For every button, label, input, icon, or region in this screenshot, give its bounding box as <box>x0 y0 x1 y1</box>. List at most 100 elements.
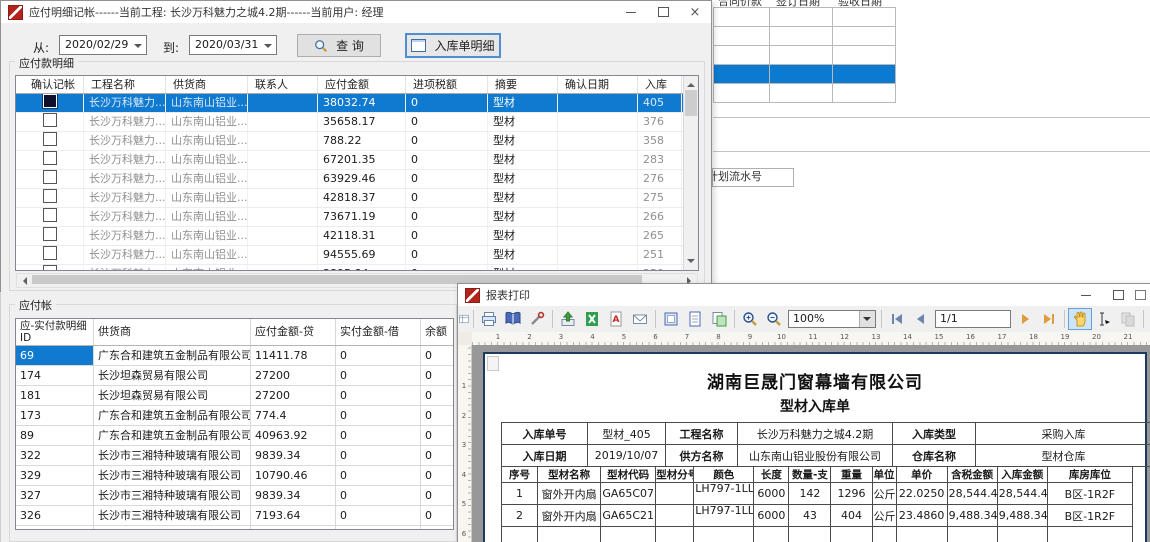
column-header[interactable]: 确认记帐 <box>16 76 84 93</box>
payable-account-row[interactable]: 322长沙市三湘特种玻璃有限公司9839.3400 <box>16 446 454 466</box>
column-header[interactable]: 实付金额-借 <box>336 319 421 345</box>
payable-detail-row[interactable]: 长沙万科魅力...山东南山铝业...94555.690型材251 <box>16 246 684 265</box>
titlebar[interactable]: 报表打印 <box>458 284 1150 306</box>
zoom-out-icon[interactable] <box>762 308 786 330</box>
table-header-row[interactable]: 确认记帐工程名称供货商联系人应付金额进项税额摘要确认日期入库 <box>16 76 684 94</box>
excel-icon[interactable] <box>580 308 604 330</box>
column-header[interactable]: 供货商 <box>94 319 251 345</box>
report-info-row: 入库单号型材_405工程名称长沙万科魅力之城4.2期入库类型采购入库 <box>502 423 1150 445</box>
payable-detail-row[interactable]: 长沙万科魅力...山东南山铝业...35658.170型材376 <box>16 113 684 132</box>
payable-account-row[interactable]: 173广东合和建筑五金制品有限公司774.400 <box>16 406 454 426</box>
column-header[interactable]: 进项税额 <box>406 76 488 93</box>
chevron-down-icon[interactable] <box>859 311 875 327</box>
preview-area[interactable]: 123456 湖南巨晟门窗幕墙有限公司 型材入库单 入库单号型材_405工程名称… <box>458 345 1150 542</box>
payable-detail-row[interactable]: 长沙万科魅力...山东南山铝业...67201.350型材283 <box>16 151 684 170</box>
confirm-checkbox[interactable] <box>43 113 57 127</box>
nav-next-icon[interactable] <box>1013 308 1037 330</box>
vertical-scrollbar[interactable] <box>683 76 698 270</box>
minimize-button[interactable] <box>615 1 647 23</box>
page-icon[interactable] <box>683 308 707 330</box>
payable-account-row[interactable]: 174长沙坦森贸易有限公司2720000 <box>16 366 454 386</box>
minimize-button[interactable] <box>1070 284 1102 306</box>
book-icon[interactable] <box>501 308 525 330</box>
payable-detail-row[interactable]: 长沙万科魅力...山东南山铝业...38032.740型材405 <box>16 94 684 113</box>
table-header-row[interactable]: 应-实付款明细ID供货商应付金额-贷实付金额-借余额 <box>16 319 454 346</box>
payable-account-row[interactable]: 327长沙市三湘特种玻璃有限公司9839.3400 <box>16 486 454 506</box>
inbound-detail-button[interactable]: 入库单明细 <box>405 33 501 58</box>
column-header[interactable]: 工程名称 <box>84 76 166 93</box>
confirm-checkbox[interactable] <box>43 189 57 203</box>
nav-first-icon[interactable] <box>885 308 909 330</box>
confirm-checkbox[interactable] <box>43 151 57 165</box>
column-header[interactable]: 应付金额-贷 <box>251 319 336 345</box>
column-header[interactable]: 供货商 <box>166 76 248 93</box>
confirm-checkbox[interactable] <box>43 132 57 146</box>
copy-icon[interactable] <box>1116 308 1140 330</box>
bg-table-row[interactable] <box>714 8 896 27</box>
tools-icon[interactable] <box>525 308 549 330</box>
payable-account-row[interactable]: 329长沙市三湘特种玻璃有限公司10790.4600 <box>16 466 454 486</box>
column-header[interactable]: 摘要 <box>488 76 558 93</box>
export-icon[interactable] <box>556 308 580 330</box>
column-header[interactable]: 应付金额 <box>318 76 406 93</box>
hand-icon[interactable] <box>1068 308 1092 330</box>
mail-icon[interactable] <box>628 308 652 330</box>
pdf-icon[interactable]: A <box>604 308 628 330</box>
toolbar-separator <box>655 310 656 328</box>
payable-account-row[interactable]: 69广东合和建筑五金制品有限公司11411.7800 <box>16 346 454 366</box>
bg-table-row[interactable] <box>714 27 896 46</box>
printer-icon[interactable] <box>477 308 501 330</box>
confirm-checkbox[interactable] <box>43 170 57 184</box>
payable-account-row[interactable]: 181长沙坦森贸易有限公司2720000 <box>16 386 454 406</box>
query-button[interactable]: 查 询 <box>297 34 381 57</box>
scroll-left-icon[interactable] <box>19 277 27 285</box>
bg-table-row[interactable] <box>714 65 896 84</box>
confirm-cell <box>16 132 84 150</box>
column-header[interactable]: 确认日期 <box>558 76 638 93</box>
payable-account-row[interactable]: 326长沙市三湘特种玻璃有限公司7193.6400 <box>16 506 454 526</box>
bg-table-row[interactable] <box>714 84 896 103</box>
scroll-up-icon[interactable] <box>687 79 695 87</box>
column-header[interactable]: 入库 <box>638 76 682 93</box>
payable-detail-row[interactable]: 长沙万科魅力...山东南山铝业...42818.370型材275 <box>16 189 684 208</box>
cell: 7193.64 <box>251 506 336 525</box>
payable-account-row[interactable]: 长沙市三湘特种玻璃有限公司 <box>16 526 454 530</box>
zoom-level-select[interactable]: 100% <box>788 310 876 328</box>
payable-detail-row[interactable]: 长沙万科魅力...山东南山铝业...3895.840型材250 <box>16 265 684 271</box>
payable-detail-row[interactable]: 长沙万科魅力...山东南山铝业...42118.310型材265 <box>16 227 684 246</box>
confirm-checkbox[interactable] <box>43 246 57 260</box>
scroll-down-icon[interactable] <box>687 259 695 267</box>
page-number-input[interactable]: 1/1 <box>935 310 1011 328</box>
to-date-select[interactable]: 2020/03/31 <box>189 35 277 55</box>
scrollbar-thumb[interactable] <box>685 90 697 116</box>
chevron-down-icon[interactable] <box>264 44 272 52</box>
confirm-checkbox[interactable] <box>43 208 57 222</box>
close-button[interactable] <box>1134 284 1146 306</box>
column-header[interactable]: 应-实付款明细ID <box>16 319 94 345</box>
maximize-button[interactable] <box>1102 284 1134 306</box>
close-button[interactable]: × <box>679 1 711 23</box>
zoom-in-icon[interactable] <box>738 308 762 330</box>
text-select-icon[interactable] <box>1092 308 1116 330</box>
nav-last-icon[interactable] <box>1037 308 1061 330</box>
bg-table-row[interactable] <box>714 46 896 65</box>
column-header[interactable]: 联系人 <box>248 76 318 93</box>
column-header[interactable]: 余额 <box>421 319 454 345</box>
chevron-down-icon[interactable] <box>134 44 142 52</box>
page-setup-icon[interactable] <box>659 308 683 330</box>
pages-add-icon[interactable] <box>707 308 731 330</box>
confirm-checkbox[interactable] <box>43 94 57 108</box>
confirm-checkbox[interactable] <box>43 265 57 271</box>
payable-detail-row[interactable]: 长沙万科魅力...山东南山铝业...73671.190型材266 <box>16 208 684 227</box>
plan-serial-field[interactable]: 计划流水号 <box>712 168 794 187</box>
from-date-select[interactable]: 2020/02/29 <box>59 35 147 55</box>
maximize-button[interactable] <box>647 1 679 23</box>
payable-detail-row[interactable]: 长沙万科魅力...山东南山铝业...63929.460型材276 <box>16 170 684 189</box>
grid-half-icon[interactable] <box>458 308 470 330</box>
titlebar[interactable]: 应付明细记帐------当前工程: 长沙万科魅力之城4.2期------当前用户… <box>1 1 711 23</box>
payable-account-row[interactable]: 89广东合和建筑五金制品有限公司40963.9200 <box>16 426 454 446</box>
info-value: 采购入库 <box>976 423 1150 445</box>
nav-prev-icon[interactable] <box>909 308 933 330</box>
confirm-checkbox[interactable] <box>43 227 57 241</box>
payable-detail-row[interactable]: 长沙万科魅力...山东南山铝业...788.220型材358 <box>16 132 684 151</box>
